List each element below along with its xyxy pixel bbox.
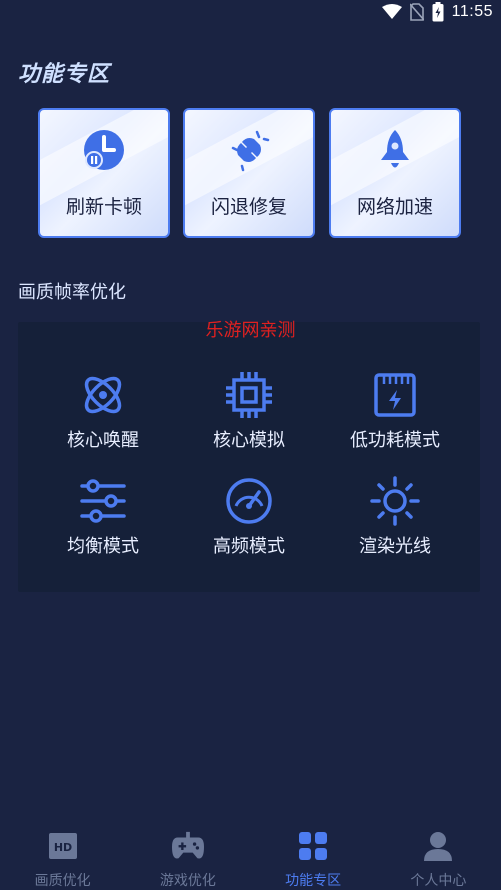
quick-action-cards: 刷新卡顿 闪退修复 网络加速	[38, 108, 462, 238]
mode-label: 核心唤醒	[67, 430, 139, 451]
plug-icon	[227, 128, 271, 172]
mode-label: 核心模拟	[213, 430, 285, 451]
wifi-icon	[381, 4, 402, 20]
high-frequency-mode[interactable]: 高频模式	[174, 476, 324, 566]
card-label: 刷新卡顿	[65, 196, 142, 218]
bottom-tab-bar: HD 画质优化 游戏优化 功能专区 个人中心	[0, 818, 501, 890]
status-bar: 11:55	[0, 0, 501, 24]
mode-label: 渲染光线	[359, 536, 431, 557]
network-boost-card[interactable]: 网络加速	[329, 108, 461, 238]
speedometer-icon	[224, 476, 274, 526]
person-icon	[422, 830, 454, 862]
battery-bolt-icon	[370, 370, 420, 420]
tab-label: 画质优化	[34, 873, 91, 889]
svg-text:HD: HD	[53, 841, 71, 854]
tab-personal-center[interactable]: 个人中心	[376, 818, 501, 890]
hd-icon: HD	[47, 830, 79, 862]
mode-label: 均衡模式	[67, 536, 139, 557]
balanced-mode[interactable]: 均衡模式	[28, 476, 178, 566]
grid-icon	[297, 830, 329, 862]
tab-label: 个人中心	[410, 873, 467, 889]
mode-grid: 核心唤醒 核心模拟 低功耗模式 均衡模式 高频模式 渲染光线	[18, 322, 480, 592]
clock-icon	[82, 128, 126, 172]
atom-icon	[78, 370, 128, 420]
battery-icon	[432, 2, 444, 22]
refresh-lag-card[interactable]: 刷新卡顿	[38, 108, 170, 238]
page-title: 功能专区	[18, 62, 111, 87]
tab-quality-optimize[interactable]: HD 画质优化	[0, 818, 125, 890]
sliders-icon	[78, 476, 128, 526]
tab-label: 功能专区	[285, 873, 342, 889]
ray-render-mode[interactable]: 渲染光线	[320, 476, 470, 566]
low-power-mode[interactable]: 低功耗模式	[320, 370, 470, 460]
card-label: 闪退修复	[210, 196, 287, 218]
tab-label: 游戏优化	[159, 873, 216, 889]
rocket-icon	[373, 128, 417, 172]
gamepad-icon	[171, 830, 204, 862]
mode-label: 低功耗模式	[350, 430, 440, 451]
core-simulate-mode[interactable]: 核心模拟	[174, 370, 324, 460]
core-wake-mode[interactable]: 核心唤醒	[28, 370, 178, 460]
card-label: 网络加速	[356, 196, 433, 218]
no-sim-icon	[409, 3, 424, 21]
sun-icon	[370, 476, 420, 526]
crash-fix-card[interactable]: 闪退修复	[183, 108, 315, 238]
status-time: 11:55	[451, 3, 493, 20]
tab-feature-zone[interactable]: 功能专区	[251, 818, 376, 890]
tab-game-optimize[interactable]: 游戏优化	[125, 818, 250, 890]
section-title: 画质帧率优化	[18, 282, 126, 303]
mode-label: 高频模式	[213, 536, 285, 557]
cpu-chip-icon	[224, 370, 274, 420]
app-screen: 11:55 功能专区 刷新卡顿 闪退修复 网络加速 画质帧率优化 乐游网亲测 核…	[0, 0, 501, 890]
